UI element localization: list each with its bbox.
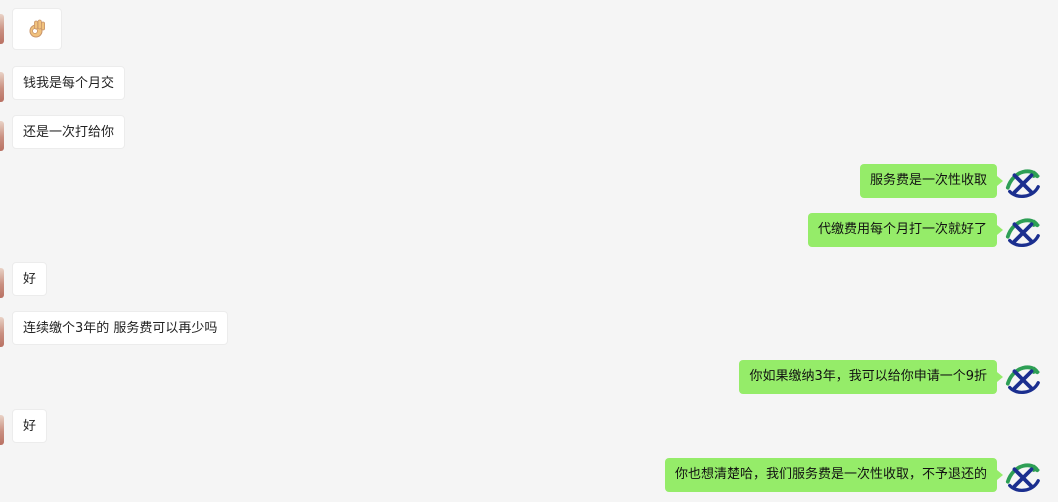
contact-avatar[interactable]: [0, 311, 4, 355]
message-row-outgoing: 代缴费用每个月打一次就好了: [0, 213, 1058, 257]
user-logo-avatar-icon[interactable]: [1004, 358, 1042, 396]
message-bubble-incoming[interactable]: 钱我是每个月交: [12, 66, 126, 100]
message-row-outgoing: 服务费是一次性收取: [0, 164, 1058, 208]
contact-avatar[interactable]: [0, 115, 4, 159]
message-row-incoming: 好: [0, 409, 1058, 453]
message-bubble-emoji[interactable]: [12, 8, 62, 50]
message-row-incoming: [0, 8, 1058, 52]
message-row-incoming: 钱我是每个月交: [0, 66, 1058, 110]
message-bubble-incoming[interactable]: 好: [12, 409, 48, 443]
ok-hand-emoji-icon: [29, 19, 45, 38]
message-row-incoming: 好: [0, 262, 1058, 306]
contact-avatar[interactable]: [0, 66, 4, 110]
message-bubble-incoming[interactable]: 还是一次打给你: [12, 115, 126, 149]
message-bubble-incoming[interactable]: 好: [12, 262, 48, 296]
message-row-outgoing: 你如果缴纳3年，我可以给你申请一个9折: [0, 360, 1058, 404]
message-bubble-outgoing[interactable]: 服务费是一次性收取: [859, 164, 1004, 198]
contact-avatar[interactable]: [0, 262, 4, 306]
contact-avatar[interactable]: [0, 409, 4, 453]
message-bubble-outgoing[interactable]: 你如果缴纳3年，我可以给你申请一个9折: [739, 360, 1003, 394]
contact-avatar[interactable]: [0, 8, 4, 52]
message-bubble-outgoing[interactable]: 代缴费用每个月打一次就好了: [807, 213, 1004, 247]
user-logo-avatar-icon[interactable]: [1004, 162, 1042, 200]
message-bubble-outgoing[interactable]: 你也想清楚哈，我们服务费是一次性收取，不予退还的: [664, 458, 1004, 492]
message-row-incoming: 连续缴个3年的 服务费可以再少吗: [0, 311, 1058, 355]
user-logo-avatar-icon[interactable]: [1004, 211, 1042, 249]
user-logo-avatar-icon[interactable]: [1004, 456, 1042, 494]
message-row-outgoing: 你也想清楚哈，我们服务费是一次性收取，不予退还的: [0, 458, 1058, 502]
message-row-incoming: 还是一次打给你: [0, 115, 1058, 159]
message-bubble-incoming[interactable]: 连续缴个3年的 服务费可以再少吗: [12, 311, 229, 345]
